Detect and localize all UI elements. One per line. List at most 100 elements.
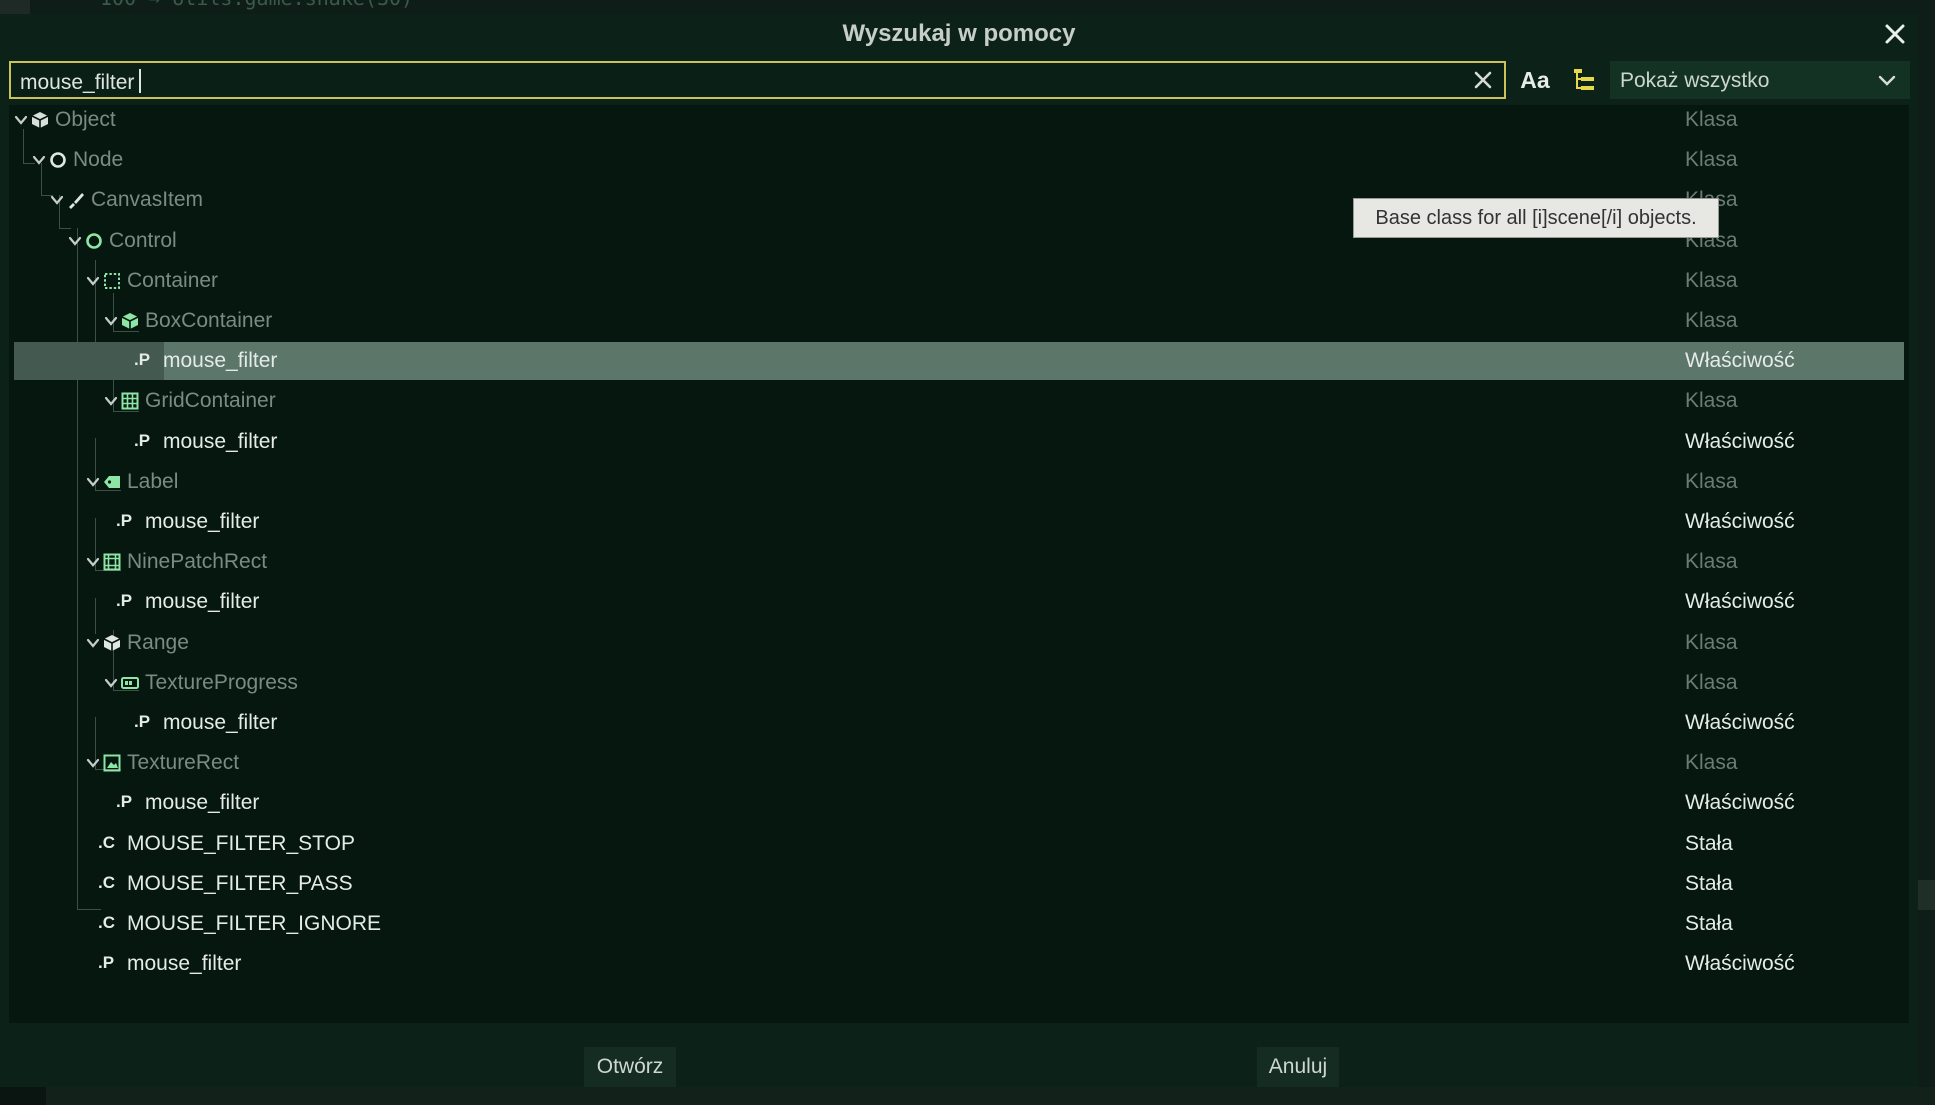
chevron-down-icon[interactable] (104, 394, 118, 408)
tree-row-label: Range (127, 631, 189, 654)
tree-row-kind: Klasa (1685, 470, 1738, 493)
chevron-down-icon[interactable] (14, 113, 28, 127)
case-sensitive-button[interactable]: Aa (1520, 65, 1550, 95)
tree-row-member[interactable]: .C MOUSE_FILTER_STOP Stała (14, 825, 1904, 863)
tree-row-member[interactable]: .P mouse_filter Właściwość (14, 945, 1904, 983)
tree-row-member[interactable]: .C MOUSE_FILTER_PASS Stała (14, 865, 1904, 903)
tree-row-class[interactable]: NinePatchRect Klasa (14, 543, 1904, 581)
chevron-down-icon[interactable] (50, 193, 64, 207)
tree-row-label: Control (109, 229, 177, 252)
cancel-button[interactable]: Anuluj (1257, 1047, 1339, 1087)
tree-row-label: NinePatchRect (127, 550, 268, 573)
container-icon (104, 273, 120, 289)
tree-row-label: BoxContainer (145, 309, 273, 332)
close-icon (1885, 24, 1905, 44)
tree-row-kind: Klasa (1685, 269, 1738, 292)
background-scrollbar (1918, 880, 1935, 910)
tree-view-icon (1574, 69, 1594, 90)
tree-row-kind: Właściwość (1685, 349, 1795, 372)
tree-row-member[interactable]: .P mouse_filter Właściwość (14, 342, 1904, 380)
editor-gutter (0, 0, 30, 14)
tree-row-kind: Właściwość (1685, 952, 1795, 975)
tree-row-member[interactable]: .C MOUSE_FILTER_IGNORE Stała (14, 905, 1904, 943)
hierarchy-toggle-button[interactable] (1569, 65, 1599, 95)
tree-row-member[interactable]: .P mouse_filter Właściwość (14, 503, 1904, 541)
text-caret (139, 69, 142, 93)
tree-row-label: GridContainer (145, 389, 276, 412)
tree-row-kind: Właściwość (1685, 590, 1795, 613)
tree-row-label: MOUSE_FILTER_STOP (127, 832, 355, 855)
tree-row-kind: Klasa (1685, 751, 1738, 774)
nine-patch-rect-icon (103, 553, 121, 571)
tree-row-label: mouse_filter (163, 430, 278, 453)
tree-row-label: mouse_filter (145, 590, 260, 613)
member-type-prefix: .P (116, 591, 133, 610)
tree-row-label: TextureProgress (145, 671, 298, 694)
tree-row-label: MOUSE_FILTER_PASS (127, 872, 353, 895)
object-icon (31, 112, 49, 128)
background-code-line: 100 → Utils.game.shake(30) (100, 0, 413, 10)
node-icon (50, 152, 66, 168)
tree-row-class[interactable]: TextureProgress Klasa (14, 664, 1904, 702)
search-results-tree[interactable]: Object Klasa Node Klasa CanvasItem Klasa Contr… (9, 105, 1909, 1023)
tree-row-member[interactable]: .P mouse_filter Właściwość (14, 423, 1904, 461)
tree-row-member[interactable]: .P mouse_filter Właściwość (14, 784, 1904, 822)
clear-icon (1474, 71, 1492, 89)
filter-select-value: Pokaż wszystko (1620, 69, 1770, 92)
chevron-down-icon[interactable] (68, 234, 82, 248)
box-container-icon (121, 313, 139, 329)
tree-row-class[interactable]: Object Klasa (14, 101, 1904, 139)
tree-row-class[interactable]: TextureRect Klasa (14, 744, 1904, 782)
tree-row-class[interactable]: Node Klasa (14, 141, 1904, 179)
chevron-down-icon[interactable] (86, 756, 100, 770)
open-button[interactable]: Otwórz (584, 1047, 676, 1087)
close-button[interactable] (1880, 19, 1910, 49)
tree-row-kind: Właściwość (1685, 430, 1795, 453)
chevron-down-icon[interactable] (104, 314, 118, 328)
clear-search-button[interactable] (1468, 65, 1498, 95)
filter-select[interactable]: Pokaż wszystko (1610, 61, 1910, 99)
texture-rect-icon (103, 754, 121, 772)
dialog-titlebar: Wyszukaj w pomocy (0, 14, 1918, 54)
chevron-down-icon[interactable] (86, 555, 100, 569)
member-type-prefix: .P (134, 712, 151, 731)
texture-progress-icon (121, 677, 139, 689)
tree-row-class[interactable]: GridContainer Klasa (14, 382, 1904, 420)
range-icon (103, 635, 121, 651)
tree-row-label: TextureRect (127, 751, 240, 774)
member-type-prefix: .P (134, 431, 151, 450)
tree-row-class[interactable]: Range Klasa (14, 624, 1904, 662)
tree-row-kind: Klasa (1685, 671, 1738, 694)
chevron-down-icon[interactable] (86, 475, 100, 489)
background-editor: 100 → Utils.game.shake(30) (0, 0, 1935, 14)
tree-row-class[interactable]: Label Klasa (14, 463, 1904, 501)
member-type-prefix: .P (116, 792, 133, 811)
tree-row-label: Container (127, 269, 219, 292)
canvas-item-icon (69, 193, 84, 209)
tree-row-class[interactable]: Container Klasa (14, 262, 1904, 300)
tree-row-label: MOUSE_FILTER_IGNORE (127, 912, 381, 935)
tree-row-kind: Właściwość (1685, 711, 1795, 734)
tree-row-kind: Klasa (1685, 631, 1738, 654)
member-type-prefix: .C (98, 873, 115, 892)
tree-row-class[interactable]: BoxContainer Klasa (14, 302, 1904, 340)
grid-container-icon (121, 392, 139, 410)
tree-row-member[interactable]: .P mouse_filter Właściwość (14, 583, 1904, 621)
tree-row-label: CanvasItem (91, 188, 204, 211)
chevron-down-icon[interactable] (86, 636, 100, 650)
search-input[interactable]: mouse_filter (9, 61, 1506, 99)
tree-row-kind: Stała (1685, 912, 1733, 935)
tree-row-label: Node (73, 148, 124, 171)
background-status-area (0, 1087, 1935, 1105)
tree-row-kind: Klasa (1685, 550, 1738, 573)
member-type-prefix: .C (98, 833, 115, 852)
chevron-down-icon[interactable] (86, 274, 100, 288)
tree-row-kind: Klasa (1685, 108, 1738, 131)
control-icon (86, 233, 102, 249)
chevron-down-icon (1878, 75, 1896, 86)
chevron-down-icon[interactable] (104, 676, 118, 690)
chevron-down-icon[interactable] (32, 153, 46, 167)
tree-row-label: mouse_filter (145, 510, 260, 533)
tree-row-member[interactable]: .P mouse_filter Właściwość (14, 704, 1904, 742)
tree-row-label: Object (55, 108, 116, 131)
